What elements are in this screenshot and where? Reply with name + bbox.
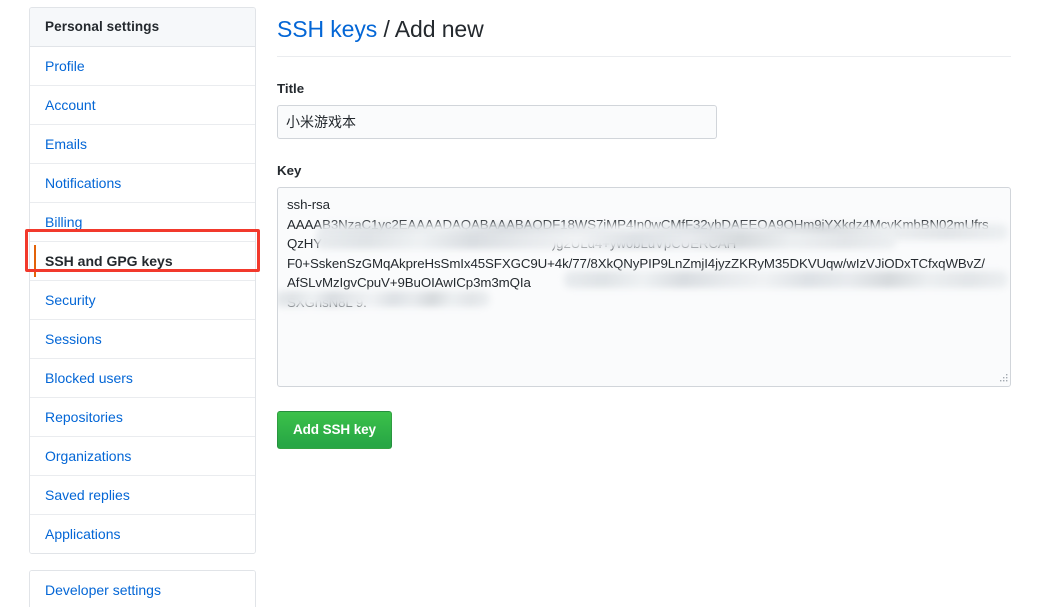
sidebar-item-label: Emails <box>45 136 88 152</box>
sidebar-item-label: Account <box>45 97 96 113</box>
resize-handle-icon[interactable] <box>997 373 1009 385</box>
sidebar-item-label: Saved replies <box>45 487 130 503</box>
title-field-label: Title <box>277 81 305 96</box>
sidebar-item-label: Sessions <box>45 331 102 347</box>
sidebar-item-label: Profile <box>45 58 85 74</box>
sidebar-item-label: Applications <box>45 526 121 542</box>
sidebar-item-notifications[interactable]: Notifications <box>30 164 255 203</box>
settings-page: Personal settings Profile Account Emails… <box>0 0 1051 607</box>
key-textarea-wrapper: ssh-rsa AAAAB3NzaC1yc2EAAAADAQABAAABAQDF… <box>277 187 1011 387</box>
sidebar-item-label: Billing <box>45 214 83 230</box>
sidebar-item-emails[interactable]: Emails <box>30 125 255 164</box>
sidebar-item-label: Notifications <box>45 175 122 191</box>
settings-sidebar: Personal settings Profile Account Emails… <box>25 7 260 607</box>
key-line: AAAAB3NzaC1yc2EAAAADAQABAAABAQDF18WS7iMP… <box>287 216 989 232</box>
sidebar-item-label: Security <box>45 292 96 308</box>
sidebar-item-repositories[interactable]: Repositories <box>30 398 255 437</box>
sidebar-header: Personal settings <box>30 8 255 47</box>
personal-settings-nav: Personal settings Profile Account Emails… <box>29 7 256 554</box>
sidebar-item-label: Repositories <box>45 409 123 425</box>
sidebar-item-label: SSH and GPG keys <box>45 253 173 269</box>
sidebar-item-saved-replies[interactable]: Saved replies <box>30 476 255 515</box>
sidebar-item-ssh-and-gpg-keys[interactable]: SSH and GPG keys <box>30 242 255 281</box>
sidebar-item-security[interactable]: Security <box>30 281 255 320</box>
page-title: SSH keys / Add new <box>277 0 1011 57</box>
breadcrumb-ssh-keys-link[interactable]: SSH keys <box>277 16 377 42</box>
key-line: ssh-rsa <box>287 197 330 212</box>
sidebar-item-profile[interactable]: Profile <box>30 47 255 86</box>
sidebar-item-organizations[interactable]: Organizations <box>30 437 255 476</box>
sidebar-item-label: Blocked users <box>45 370 133 386</box>
sidebar-item-label: Developer settings <box>45 582 161 598</box>
breadcrumb-current: Add new <box>394 16 484 42</box>
key-line: SXGnsN8L 9. <box>287 294 367 310</box>
sidebar-item-account[interactable]: Account <box>30 86 255 125</box>
key-line: F0+SskenSzGMqAkpreHsSmIx45SFXGC9U+4k/77/… <box>287 255 985 271</box>
main-content: SSH keys / Add new Title Key ssh-rsa AAA… <box>277 0 1011 449</box>
key-line: AfSLvMzIgvCpuV+9BuOIAwICp3m3mQIa <box>287 275 531 291</box>
sidebar-item-applications[interactable]: Applications <box>30 515 255 553</box>
sidebar-item-label: Organizations <box>45 448 132 464</box>
key-field-label: Key <box>277 163 302 178</box>
key-line: QzHY )g2ULd4+yw0bLuVpCUERCAH <box>287 236 737 252</box>
title-input[interactable] <box>277 105 717 139</box>
key-textarea[interactable]: ssh-rsa AAAAB3NzaC1yc2EAAAADAQABAAABAQDF… <box>277 187 1011 387</box>
sidebar-item-sessions[interactable]: Sessions <box>30 320 255 359</box>
breadcrumb-separator: / <box>377 16 395 42</box>
sidebar-item-blocked-users[interactable]: Blocked users <box>30 359 255 398</box>
developer-settings-nav: Developer settings <box>29 570 256 607</box>
sidebar-item-developer-settings[interactable]: Developer settings <box>30 571 255 607</box>
add-ssh-key-button[interactable]: Add SSH key <box>277 411 392 449</box>
sidebar-item-billing[interactable]: Billing <box>30 203 255 242</box>
